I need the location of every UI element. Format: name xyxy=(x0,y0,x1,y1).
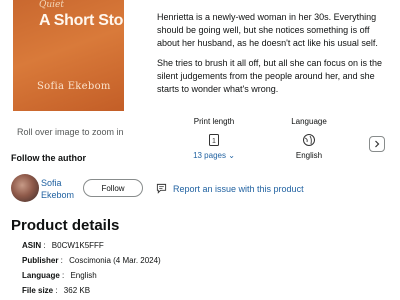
detail-row-asin: ASIN : B0CW1K5FFF xyxy=(22,241,104,250)
report-issue-link[interactable]: Report an issue with this product xyxy=(156,183,304,194)
next-attribute-button[interactable] xyxy=(369,136,385,152)
cover-title: A Short Story xyxy=(39,12,124,29)
book-pages-icon: 1 xyxy=(209,134,219,146)
cover-top-text: Quiet xyxy=(39,0,64,10)
author-avatar[interactable] xyxy=(11,174,39,202)
zoom-hint: Roll over image to zoom in xyxy=(17,127,124,137)
detail-row-file-size: File size : 362 KB xyxy=(22,286,91,295)
globe-icon xyxy=(303,134,315,146)
product-details-list: ASIN : B0CW1K5FFF Publisher : Coscimonia… xyxy=(22,238,161,298)
book-cover-image[interactable]: Quiet A Short Story Sofia Ekebom xyxy=(13,0,124,111)
chevron-right-icon xyxy=(375,140,380,148)
chat-bubble-icon xyxy=(156,183,167,194)
book-description: Henrietta is a newly-wed woman in her 30… xyxy=(157,11,393,103)
print-length-attribute: Print length 1 13 pages ⌄ xyxy=(184,117,244,160)
print-length-label: Print length xyxy=(193,117,235,126)
svg-text:1: 1 xyxy=(212,138,216,145)
author-name-link[interactable]: Sofia Ekebom xyxy=(41,177,81,201)
description-paragraph: She tries to brush it all off, but all s… xyxy=(157,58,382,94)
language-attribute: Language English xyxy=(279,117,339,160)
detail-row-publisher: Publisher : Coscimonia (4 Mar. 2024) xyxy=(22,256,161,265)
cover-author: Sofia Ekebom xyxy=(37,81,111,92)
detail-row-language: Language : English xyxy=(22,271,97,280)
print-length-value[interactable]: 13 pages ⌄ xyxy=(184,151,244,160)
follow-author-heading: Follow the author xyxy=(11,153,86,163)
language-label: Language xyxy=(291,117,327,126)
description-paragraph: Henrietta is a newly-wed woman in her 30… xyxy=(157,12,378,48)
chevron-down-icon: ⌄ xyxy=(228,151,235,160)
product-details-heading: Product details xyxy=(11,217,120,234)
follow-button[interactable]: Follow xyxy=(83,179,143,197)
language-value: English xyxy=(295,151,323,160)
report-issue-label: Report an issue with this product xyxy=(173,183,304,194)
